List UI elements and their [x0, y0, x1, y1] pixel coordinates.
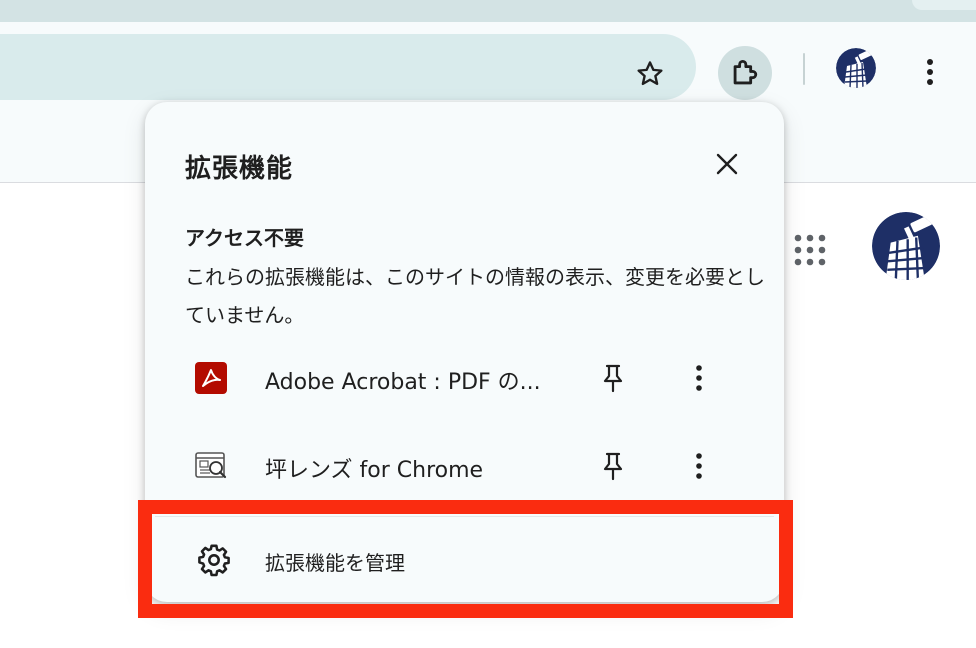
extension-item-adobe-acrobat[interactable]: Adobe Acrobat : PDF の... [145, 338, 784, 418]
section-title: アクセス不要 [185, 226, 304, 250]
extensions-puzzle-icon[interactable] [718, 46, 772, 100]
pin-icon[interactable] [593, 446, 633, 486]
tab-strip [0, 0, 976, 22]
tsubo-lens-icon [193, 448, 229, 484]
browser-toolbar [0, 22, 976, 114]
profile-avatar[interactable] [836, 48, 876, 88]
close-icon[interactable] [707, 144, 747, 184]
annotation-highlight-box [138, 500, 793, 618]
pin-icon[interactable] [593, 358, 633, 398]
more-options-icon[interactable] [681, 446, 717, 486]
extension-name: 坪レンズ for Chrome [265, 458, 484, 483]
more-options-icon[interactable] [681, 358, 717, 398]
tab[interactable] [912, 0, 976, 10]
extension-name: Adobe Acrobat : PDF の... [265, 370, 541, 395]
extension-item-tsubo-lens[interactable]: 坪レンズ for Chrome [145, 426, 784, 506]
kebab-menu-icon[interactable] [912, 50, 948, 94]
toolbar-divider [803, 53, 805, 85]
address-bar[interactable] [0, 34, 696, 100]
bookmark-star-icon[interactable] [628, 52, 672, 96]
section-description: これらの拡張機能は、このサイトの情報の表示、変更を必要としていません。 [185, 265, 765, 327]
account-avatar[interactable] [872, 212, 940, 280]
adobe-acrobat-icon [193, 360, 229, 396]
popup-title: 拡張機能 [185, 154, 294, 184]
google-apps-grid-icon[interactable] [790, 230, 830, 270]
